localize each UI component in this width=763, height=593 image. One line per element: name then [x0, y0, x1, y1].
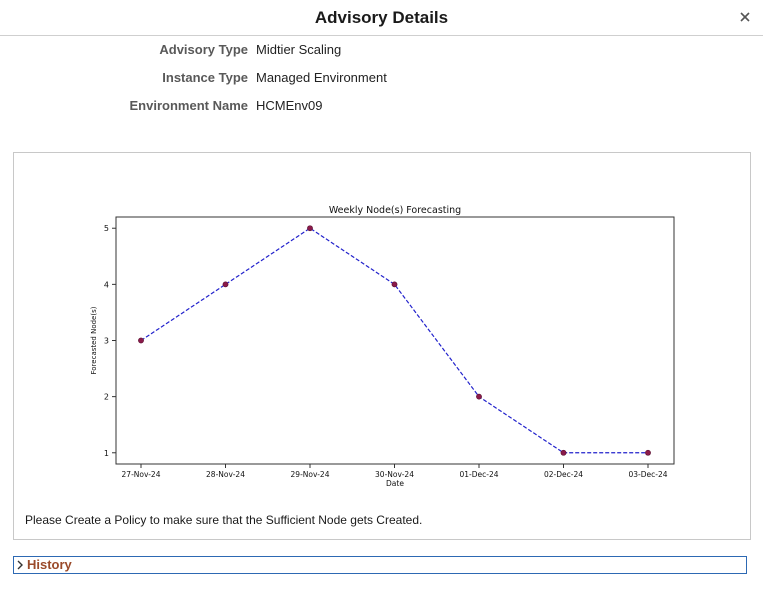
- data-point: [645, 449, 651, 456]
- dialog-title: Advisory Details: [314, 8, 449, 27]
- history-label: History: [27, 557, 72, 572]
- y-axis-label: Forecasted Node(s): [90, 306, 98, 374]
- x-tick-label: 03-Dec-24: [628, 470, 667, 479]
- field-label: Advisory Type: [159, 42, 248, 57]
- data-point: [307, 225, 313, 232]
- series-line: [140, 227, 648, 454]
- field-label: Instance Type: [162, 70, 248, 85]
- data-point: [391, 281, 398, 288]
- y-tick-label: 1: [104, 449, 109, 458]
- field-label: Environment Name: [129, 98, 248, 113]
- y-tick-label: 3: [104, 337, 109, 346]
- forecast-chart: Weekly Node(s) Forecasting 1 2 3 4 5 27-Nov-24…: [90, 205, 675, 488]
- x-tick-label: 01-Dec-24: [459, 470, 498, 479]
- data-point: [560, 449, 567, 456]
- chart-title: Weekly Node(s) Forecasting: [329, 205, 461, 216]
- plot-frame: [115, 216, 675, 465]
- x-tick-label: 30-Nov-24: [375, 470, 414, 479]
- data-point: [222, 281, 229, 288]
- field-value: HCMEnv09: [256, 98, 323, 113]
- y-tick-label: 4: [104, 280, 109, 289]
- x-tick-label: 29-Nov-24: [291, 470, 330, 479]
- field-value: Midtier Scaling: [256, 42, 342, 57]
- advice-text: Please Create a Policy to make sure that…: [25, 513, 423, 527]
- chevron-right-icon: [17, 560, 23, 570]
- field-value: Managed Environment: [256, 70, 387, 85]
- close-icon: [740, 12, 750, 22]
- x-tick-label: 02-Dec-24: [544, 470, 583, 479]
- x-tick-label: 28-Nov-24: [206, 470, 245, 479]
- data-point: [476, 393, 482, 400]
- forecast-chart-panel: Weekly Node(s) Forecasting 1 2 3 4 5 27-Nov-24…: [13, 152, 751, 540]
- y-tick-label: 2: [104, 393, 109, 402]
- field-instance-type: Instance Type Managed Environment: [0, 68, 763, 88]
- history-section-toggle[interactable]: History: [13, 556, 747, 574]
- field-advisory-type: Advisory Type Midtier Scaling: [0, 40, 763, 60]
- x-axis-label: Date: [386, 479, 404, 488]
- y-tick-label: 5: [104, 224, 109, 233]
- data-point: [138, 337, 144, 344]
- field-environment-name: Environment Name HCMEnv09: [0, 96, 763, 116]
- close-button[interactable]: [737, 9, 753, 25]
- dialog-header: Advisory Details: [0, 0, 763, 36]
- x-tick-label: 27-Nov-24: [122, 470, 161, 479]
